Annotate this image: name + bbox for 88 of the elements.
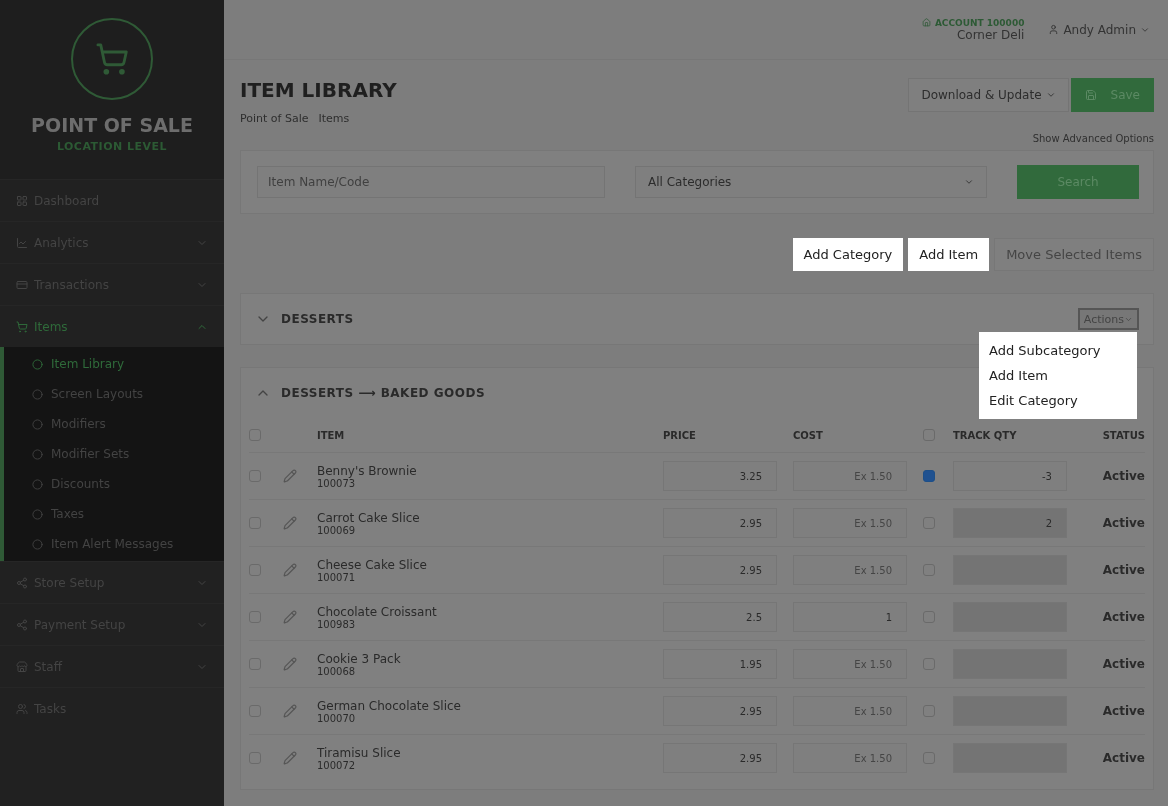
item-name: German Chocolate Slice (317, 698, 461, 713)
cost-input[interactable]: 1 (793, 602, 907, 632)
advanced-options-link[interactable]: Show Advanced Options (1032, 133, 1154, 144)
item-code: 100073 (317, 477, 356, 489)
status-text: Active (1102, 516, 1145, 530)
pencil-icon[interactable] (283, 469, 297, 483)
grid-icon (16, 194, 28, 207)
circle-icon (32, 448, 43, 460)
status-text: Active (1102, 751, 1145, 765)
status-text: Active (1102, 610, 1145, 624)
category-select[interactable]: All Categories (635, 166, 987, 198)
store-name: Corner Deli (956, 27, 1025, 42)
action-button[interactable]: Add Item (908, 238, 990, 271)
column-header: COST (793, 428, 824, 443)
circle-icon (32, 538, 43, 550)
status-text: Active (1102, 704, 1145, 718)
cost-input[interactable]: Ex 1.50 (793, 555, 907, 585)
price-input[interactable]: 2.95 (663, 696, 777, 726)
item-code: 100070 (317, 712, 357, 724)
circle-icon (32, 358, 43, 370)
pencil-icon[interactable] (283, 704, 297, 718)
column-header: PRICE (663, 428, 697, 443)
brand-subtitle: LOCATION LEVEL (56, 140, 168, 153)
status-text: Active (1102, 563, 1145, 577)
cost-input[interactable]: Ex 1.50 (793, 461, 907, 491)
user-menu[interactable]: Andy Admin (1048, 22, 1150, 37)
item-name: Tiramisu Slice (317, 745, 401, 760)
menu-item[interactable]: Add Item (979, 363, 1137, 388)
sidebar-subitem[interactable]: Item Library (4, 349, 224, 379)
item-code: 100071 (317, 571, 357, 583)
user-icon (1048, 24, 1060, 35)
item-name: Carrot Cake Slice (317, 510, 420, 525)
price-input[interactable]: 2.95 (663, 555, 777, 585)
column-header: TRACK QTY (953, 428, 1018, 443)
price-input[interactable]: 3.25 (663, 461, 777, 491)
item-code: 100069 (317, 524, 357, 536)
people-icon (16, 702, 28, 715)
item-code: 100068 (317, 665, 357, 677)
category-title: DESSERTS (281, 312, 355, 326)
item-name: Benny's Brownie (317, 463, 417, 478)
quantity-input[interactable]: -3 (953, 461, 1067, 491)
download-update-button[interactable]: Download & Update (908, 78, 1069, 112)
action-button[interactable]: Add Category (792, 238, 904, 271)
price-input[interactable]: 2.95 (663, 508, 777, 538)
column-header: STATUS (1101, 428, 1145, 443)
price-input[interactable]: 2.95 (663, 743, 777, 773)
brand-title: POINT OF SALE (31, 114, 193, 136)
menu-item[interactable]: Edit Category (979, 388, 1137, 413)
cost-input[interactable]: Ex 1.50 (793, 743, 907, 773)
item-code: 100072 (317, 759, 357, 771)
circle-icon (32, 418, 43, 430)
price-input[interactable]: 1.95 (663, 649, 777, 679)
item-name: Cheese Cake Slice (317, 557, 427, 572)
track-checkbox[interactable] (923, 470, 935, 482)
store-icon (16, 660, 28, 673)
home-icon (921, 18, 931, 27)
breadcrumb-link[interactable]: Point of Sale (240, 112, 309, 125)
share-icon (16, 618, 28, 631)
card-icon (16, 278, 28, 291)
menu-item[interactable]: Add Subcategory (979, 338, 1137, 363)
cart-logo-icon (71, 18, 153, 100)
cost-input[interactable]: Ex 1.50 (793, 649, 907, 679)
circle-icon (32, 478, 43, 490)
caret-icon (1045, 90, 1056, 100)
caret-icon (964, 177, 974, 187)
pencil-icon[interactable] (283, 751, 297, 765)
circle-icon (32, 388, 43, 400)
share-icon (16, 576, 28, 589)
pencil-icon[interactable] (283, 657, 297, 671)
item-code: 100983 (317, 618, 357, 630)
cart-icon (16, 320, 28, 333)
page-title: ITEM LIBRARY (240, 78, 397, 102)
circle-icon (32, 508, 43, 520)
price-input[interactable]: 2.5 (663, 602, 777, 632)
chart-icon (16, 236, 28, 249)
pencil-icon[interactable] (283, 563, 297, 577)
pencil-icon[interactable] (283, 516, 297, 530)
cost-input[interactable]: Ex 1.50 (793, 696, 907, 726)
item-name: Chocolate Croissant (317, 604, 437, 619)
status-text: Active (1102, 469, 1145, 483)
breadcrumb-link[interactable]: Items (318, 112, 350, 125)
cost-input[interactable]: Ex 1.50 (793, 508, 907, 538)
pencil-icon[interactable] (283, 610, 297, 624)
column-header: ITEM (317, 428, 346, 443)
item-name: Cookie 3 Pack (317, 651, 401, 666)
status-text: Active (1102, 657, 1145, 671)
account-id: ACCOUNT 100000 (934, 17, 1025, 28)
search-field[interactable]: Item Name/Code (257, 166, 605, 198)
